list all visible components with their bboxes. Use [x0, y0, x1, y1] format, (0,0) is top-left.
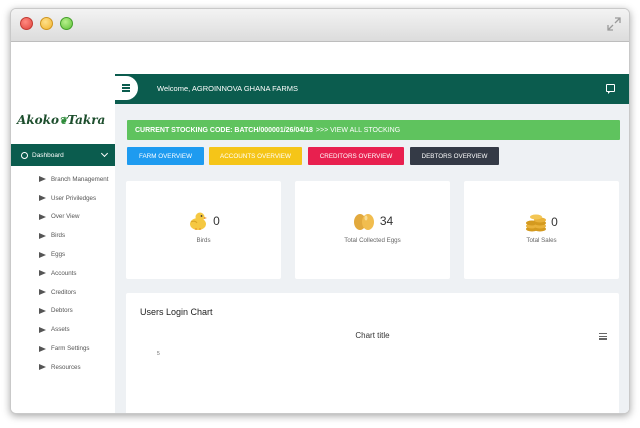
sales-count: 0: [551, 215, 558, 229]
sidebar-menu: Branch Management User Priviledges Over …: [11, 170, 115, 377]
close-window-button[interactable]: [20, 17, 33, 30]
hamburger-icon: [122, 84, 130, 86]
logo-text-2: Takra: [67, 113, 106, 127]
maximize-window-button[interactable]: [60, 17, 73, 30]
sidebar-item-label: Over View: [51, 213, 80, 221]
arrow-right-icon: [39, 251, 46, 258]
arrow-right-icon: [39, 307, 46, 314]
eggs-stat-card: 34 Total Collected Eggs: [295, 181, 450, 279]
sales-label: Total Sales: [526, 237, 557, 244]
dashboard-icon: [21, 151, 28, 159]
browser-window: Akoko❦Takra Dashboard Branch Management …: [10, 8, 630, 414]
sidebar-item-dashboard[interactable]: Dashboard: [11, 144, 115, 166]
eggs-count: 34: [379, 214, 394, 228]
creditors-overview-button[interactable]: CREDITORS OVERVIEW: [308, 147, 404, 165]
eggs-icon: [353, 214, 374, 230]
sidebar-item-label: Debtors: [51, 307, 73, 315]
birds-count: 0: [213, 214, 220, 228]
eggs-label: Total Collected Eggs: [344, 237, 401, 244]
arrow-right-icon: [39, 213, 46, 220]
users-login-chart-card: Users Login Chart Chart title 5: [126, 293, 619, 413]
stocking-code: CURRENT STOCKING CODE: BATCH/000001/26/0…: [135, 126, 313, 134]
chart-menu-line: [599, 333, 607, 335]
debtors-overview-button[interactable]: DEBTORS OVERVIEW: [410, 147, 499, 165]
minimize-window-button[interactable]: [40, 17, 53, 30]
sidebar-item-creditors[interactable]: Creditors: [11, 283, 115, 302]
sidebar-item-assets[interactable]: Assets: [11, 320, 115, 339]
chart-menu-line: [599, 335, 607, 337]
sales-stat-card: 0 Total Sales: [464, 181, 619, 279]
arrow-right-icon: [39, 364, 46, 371]
birds-stat-card: 0 Birds: [126, 181, 281, 279]
y-tick-label: 5: [157, 351, 160, 357]
hamburger-icon-line: [122, 90, 130, 92]
hamburger-icon-line: [122, 87, 130, 89]
sidebar-item-label: Assets: [51, 326, 70, 334]
farm-overview-button[interactable]: FARM OVERVIEW: [127, 147, 204, 165]
chevron-down-icon: [100, 149, 109, 158]
arrow-right-icon: [39, 345, 46, 352]
arrow-right-icon: [39, 195, 46, 202]
chart-title: Chart title: [355, 331, 390, 340]
sidebar-item-label: Farm Settings: [51, 345, 90, 353]
chart-menu-line: [599, 338, 607, 340]
logo-text-1: Akoko: [17, 113, 59, 127]
brand-logo[interactable]: Akoko❦Takra: [17, 113, 105, 127]
sidebar-item-label: Creditors: [51, 288, 77, 296]
sidebar-item-label: Eggs: [51, 251, 66, 259]
arrow-right-icon: [39, 232, 46, 239]
chick-icon: [190, 212, 208, 230]
chart-menu-icon[interactable]: [599, 333, 607, 340]
app-area: Akoko❦Takra Dashboard Branch Management …: [11, 43, 629, 413]
main-content: CURRENT STOCKING CODE: BATCH/000001/26/0…: [115, 104, 629, 413]
arrow-right-icon: [39, 270, 46, 277]
stocking-banner: CURRENT STOCKING CODE: BATCH/000001/26/0…: [127, 120, 620, 140]
coins-icon: [526, 214, 547, 232]
sidebar-item-birds[interactable]: Birds: [11, 226, 115, 245]
arrow-right-icon: [39, 289, 46, 296]
arrow-right-icon: [39, 326, 46, 333]
sidebar-item-label: User Priviledges: [51, 194, 97, 202]
dashboard-label: Dashboard: [32, 151, 64, 159]
sidebar-item-over-view[interactable]: Over View: [11, 208, 115, 227]
sidebar-item-branch-management[interactable]: Branch Management: [11, 170, 115, 189]
arrow-right-icon: [39, 176, 46, 183]
birds-label: Birds: [196, 237, 211, 244]
chat-icon[interactable]: [606, 84, 615, 94]
sidebar-item-debtors[interactable]: Debtors: [11, 302, 115, 321]
chart-heading: Users Login Chart: [140, 307, 213, 317]
menu-toggle-button[interactable]: [114, 76, 138, 100]
sidebar-item-eggs[interactable]: Eggs: [11, 245, 115, 264]
sidebar-item-label: Birds: [51, 232, 66, 240]
sidebar-item-accounts[interactable]: Accounts: [11, 264, 115, 283]
sidebar-item-label: Resources: [51, 363, 81, 371]
sidebar-item-label: Branch Management: [51, 175, 109, 183]
welcome-text: Welcome, AGROINNOVA GHANA FARMS: [157, 84, 299, 93]
accounts-overview-button[interactable]: ACCOUNTS OVERVIEW: [209, 147, 302, 165]
sidebar-item-label: Accounts: [51, 269, 77, 277]
sidebar: Akoko❦Takra Dashboard Branch Management …: [11, 74, 115, 371]
view-all-stocking-link[interactable]: >>> VIEW ALL STOCKING: [316, 127, 400, 134]
sidebar-item-user-priviledges[interactable]: User Priviledges: [11, 189, 115, 208]
window-titlebar: [11, 9, 629, 42]
sidebar-item-farm-settings[interactable]: Farm Settings: [11, 339, 115, 358]
expand-icon[interactable]: [607, 17, 621, 31]
sidebar-item-resources[interactable]: Resources: [11, 358, 115, 377]
top-bar: Welcome, AGROINNOVA GHANA FARMS: [114, 74, 629, 104]
